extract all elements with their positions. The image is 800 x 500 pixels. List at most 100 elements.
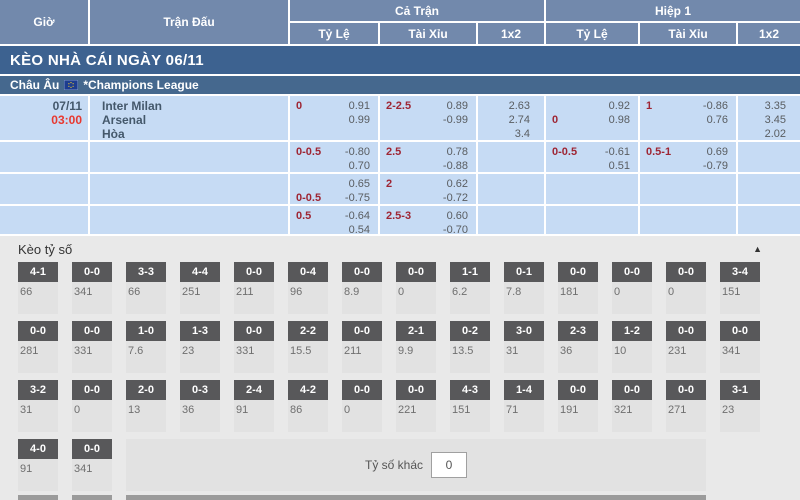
score-badge: 1-2 xyxy=(612,321,652,341)
score-badge: 0-1 xyxy=(504,262,544,282)
odds-cell-h1-ou[interactable]: 1-0.860.76 xyxy=(640,96,736,140)
odds-cell-h1-ou[interactable] xyxy=(640,206,736,234)
score-tile[interactable]: 0-0211 xyxy=(234,262,274,314)
odds-cell-ft-ou[interactable]: 2-2.50.89-0.99 xyxy=(380,96,476,140)
odds-cell-ft-hdp[interactable]: 0.5-0.640.54 xyxy=(290,206,378,234)
score-badge: 0-0 xyxy=(18,321,58,341)
score-tile[interactable]: 0-336 xyxy=(180,380,220,432)
odds-cell-ft-ou[interactable]: 2.50.78-0.88 xyxy=(380,142,476,172)
odds-cell-ft-1x2[interactable] xyxy=(478,206,544,234)
score-tile[interactable]: 0-0331 xyxy=(234,321,274,373)
eu-flag-icon xyxy=(64,80,78,90)
score-tile[interactable]: 1-16.2 xyxy=(450,262,490,314)
odds-cell-h1-1x2[interactable]: 3.353.452.02 xyxy=(738,96,800,140)
score-tile[interactable]: 0-00 xyxy=(396,262,436,314)
score-tile[interactable]: 1-210 xyxy=(612,321,652,373)
collapse-arrow-icon[interactable]: ▲ xyxy=(753,244,762,254)
score-odds-value: 221 xyxy=(396,400,436,416)
other-score-panel: Tỷ số khác 0 xyxy=(126,439,706,491)
score-tile[interactable]: 2-215.5 xyxy=(288,321,328,373)
col-header-h1-overunder: Tài Xỉu xyxy=(640,23,736,44)
odds-value: -0.79 xyxy=(703,159,728,172)
score-tile[interactable]: 4-4251 xyxy=(180,262,220,314)
odds-table-header: Giờ Trận Đấu Cả Trận Hiệp 1 Tỷ Lệ Tài Xỉ… xyxy=(0,0,800,44)
score-badge: 0-0 xyxy=(72,439,112,459)
score-odds-value: 231 xyxy=(666,341,706,357)
handicap-value: 0-0.5 xyxy=(296,191,321,204)
score-tile[interactable]: 0-0321 xyxy=(612,380,652,432)
score-tile[interactable]: 0-00 xyxy=(612,262,652,314)
score-tile[interactable]: 0-0231 xyxy=(666,321,706,373)
score-tile[interactable]: 0-0271 xyxy=(666,380,706,432)
odds-cell-ft-hdp[interactable]: 0.650-0.5-0.75 xyxy=(290,174,378,204)
odds-cell-ft-ou[interactable]: 2.5-30.60-0.70 xyxy=(380,206,476,234)
score-tile[interactable]: 0-496 xyxy=(288,262,328,314)
odds-cell-h1-ou[interactable]: 0.5-10.69-0.79 xyxy=(640,142,736,172)
match-teams-cell xyxy=(90,142,288,172)
odds-1x2-value: 2.02 xyxy=(738,127,800,140)
score-tile[interactable]: 0-0211 xyxy=(342,321,382,373)
other-score-label: Tỷ số khác xyxy=(365,458,423,472)
score-tile[interactable]: 0-0221 xyxy=(396,380,436,432)
odds-cell-ft-hdp[interactable]: 0-0.5-0.800.70 xyxy=(290,142,378,172)
score-tile[interactable]: 1-07.6 xyxy=(126,321,166,373)
odds-value: 0.65 xyxy=(349,177,370,191)
score-tile[interactable]: 2-19.9 xyxy=(396,321,436,373)
score-tile[interactable]: 0-0341 xyxy=(72,439,112,491)
score-tile[interactable]: 1-471 xyxy=(504,380,544,432)
score-tile[interactable]: 4-091 xyxy=(18,439,58,491)
match-teams-cell: Inter MilanArsenalHòa xyxy=(90,96,288,140)
score-tile[interactable]: 0-0281 xyxy=(18,321,58,373)
score-odds-value: 31 xyxy=(504,341,544,357)
score-tile[interactable]: 2-336 xyxy=(558,321,598,373)
odds-cell-h1-hdp[interactable] xyxy=(546,206,638,234)
score-tile[interactable]: 0-213.5 xyxy=(450,321,490,373)
odds-cell-ft-1x2[interactable]: 2.632.743.4 xyxy=(478,96,544,140)
score-tile[interactable]: 0-00 xyxy=(342,380,382,432)
score-tiles-grid: 4-166 0-0341 3-366 4-4251 0-0211 0-496 0-08.9 0… xyxy=(0,262,800,498)
col-group-first-half: Hiệp 1 xyxy=(546,0,800,21)
score-odds-value: 271 xyxy=(666,400,706,416)
score-tile[interactable]: 0-0341 xyxy=(72,262,112,314)
score-tile[interactable]: 1-323 xyxy=(180,321,220,373)
other-score-input[interactable]: 0 xyxy=(431,452,467,478)
odds-value: 0.89 xyxy=(447,99,468,113)
correct-score-section: Kèo tỷ số ▲ 4-1660-03413-3664-42510-0211… xyxy=(0,236,800,500)
score-tile[interactable]: 4-286 xyxy=(288,380,328,432)
score-odds-value: 23 xyxy=(720,400,760,416)
odds-cell-h1-1x2[interactable] xyxy=(738,206,800,234)
odds-cell-h1-1x2[interactable] xyxy=(738,174,800,204)
odds-cell-h1-ou[interactable] xyxy=(640,174,736,204)
odds-cell-h1-hdp[interactable]: 0-0.5-0.610.51 xyxy=(546,142,638,172)
score-tile[interactable]: 2-491 xyxy=(234,380,274,432)
odds-cell-ft-1x2[interactable] xyxy=(478,142,544,172)
score-tile[interactable]: 0-0341 xyxy=(720,321,760,373)
score-tile[interactable]: 3-231 xyxy=(18,380,58,432)
score-tile[interactable]: 4-3151 xyxy=(450,380,490,432)
odds-cell-h1-hdp[interactable] xyxy=(546,174,638,204)
odds-cell-h1-1x2[interactable] xyxy=(738,142,800,172)
odds-cell-ft-1x2[interactable] xyxy=(478,174,544,204)
score-odds-value: 9.9 xyxy=(396,341,436,357)
score-tile[interactable]: 0-0191 xyxy=(558,380,598,432)
score-tile[interactable]: 0-08.9 xyxy=(342,262,382,314)
score-odds-value: 96 xyxy=(288,282,328,298)
score-tile[interactable]: 0-00 xyxy=(666,262,706,314)
score-tile[interactable]: 0-0331 xyxy=(72,321,112,373)
score-tile[interactable]: 3-123 xyxy=(720,380,760,432)
odds-value: 0.76 xyxy=(707,113,728,127)
score-odds-value: 91 xyxy=(18,459,58,475)
score-tile[interactable]: 4-166 xyxy=(18,262,58,314)
odds-cell-ft-ou[interactable]: 20.62-0.72 xyxy=(380,174,476,204)
score-tile[interactable]: 3-031 xyxy=(504,321,544,373)
score-tile[interactable]: 0-17.8 xyxy=(504,262,544,314)
score-tile[interactable]: 3-366 xyxy=(126,262,166,314)
odds-cell-h1-hdp[interactable]: 0.9200.98 xyxy=(546,96,638,140)
score-badge: 2-0 xyxy=(126,380,166,400)
score-tile[interactable]: 2-013 xyxy=(126,380,166,432)
score-tile[interactable]: 3-4151 xyxy=(720,262,760,314)
score-tile[interactable]: 0-00 xyxy=(72,380,112,432)
score-tile[interactable]: 0-0181 xyxy=(558,262,598,314)
league-bar[interactable]: Châu Âu *Champions League xyxy=(0,76,800,94)
odds-cell-ft-hdp[interactable]: 00.910.99 xyxy=(290,96,378,140)
